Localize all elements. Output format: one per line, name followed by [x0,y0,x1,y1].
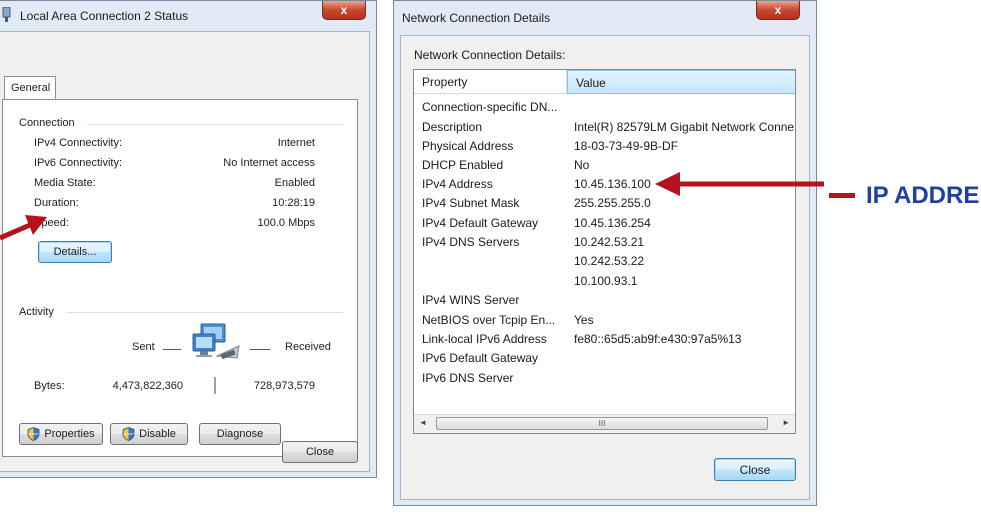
property-cell: Physical Address [422,139,514,153]
value-cell: 255.255.255.0 [574,196,651,210]
details-caption: Network Connection Details: [414,48,566,62]
property-cell: Link-local IPv6 Address [422,332,547,346]
property-cell: DHCP Enabled [422,158,504,172]
value-cell: Yes [574,313,594,327]
property-cell: IPv6 Default Gateway [422,351,539,365]
column-header-value[interactable]: Value [567,70,795,94]
scrollbar-thumb[interactable]: III [436,417,768,430]
activity-heading: Activity [19,306,54,318]
activity-divider [67,312,343,313]
list-item[interactable]: NetBIOS over Tcpip En... Yes [414,313,795,332]
property-cell: IPv4 Default Gateway [422,216,539,230]
properties-button-label: Properties [44,428,95,440]
ipv4-connectivity-label: IPv4 Connectivity: [34,137,123,149]
property-cell: IPv4 Subnet Mask [422,196,520,210]
disable-button-label: Disable [139,428,176,440]
value-cell: 10.242.53.22 [574,254,645,268]
sent-line [163,349,181,350]
details-close-button[interactable]: Close [714,458,796,481]
uac-shield-icon [28,427,40,441]
speed-value: 100.0 Mbps [257,217,315,229]
bytes-sent-value: 4,473,822,360 [112,380,183,392]
received-label: Received [285,341,331,353]
ip-address-annotation: IP ADDRE [866,182,980,209]
bytes-label: Bytes: [34,380,65,392]
value-cell: 10.100.93.1 [574,274,638,288]
property-cell: IPv4 Address [422,177,493,191]
ipv4-connectivity-value: Internet [277,137,315,149]
property-cell: IPv4 DNS Servers [422,235,520,249]
speed-label: Speed: [34,217,69,229]
details-window-title: Network Connection Details [402,11,551,25]
connection-divider [87,124,343,125]
network-adapter-icon [2,6,11,22]
sent-label: Sent [132,341,155,353]
status-close-button[interactable]: Close [282,441,358,463]
status-client-area: General Connection IPv4 Connectivity: In… [0,31,370,472]
list-item[interactable]: IPv6 Default Gateway [414,351,795,370]
status-titlebar[interactable]: Local Area Connection 2 Status x [0,1,376,31]
status-close-x-button[interactable]: x [322,1,366,20]
value-cell: Intel(R) 82579LM Gigabit Network Conne [574,120,795,134]
list-item[interactable]: IPv4 Subnet Mask 255.255.255.0 [414,196,795,215]
scroll-left-arrow-icon[interactable]: ◄ [419,418,427,427]
value-cell: No [574,158,590,172]
value-cell: 10.45.136.100 [574,177,651,191]
list-item[interactable]: 10.100.93.1 [414,274,795,293]
list-item[interactable]: IPv4 DNS Servers 10.242.53.21 [414,235,795,254]
annotation-dash [829,193,855,198]
media-state-label: Media State: [34,177,96,189]
duration-value: 10:28:19 [272,197,315,209]
column-header-property[interactable]: Property [414,70,567,94]
list-item[interactable]: IPv4 Default Gateway 10.45.136.254 [414,216,795,235]
value-cell: 10.242.53.21 [574,235,645,249]
diagnose-button-label: Diagnose [216,428,264,440]
connection-heading: Connection [19,117,75,129]
horizontal-scrollbar[interactable]: ◄ III ► [414,414,795,433]
status-dialog: Local Area Connection 2 Status x General… [0,0,377,478]
general-tab-panel: Connection IPv4 Connectivity: Internet I… [2,99,358,457]
ipv6-connectivity-value: No Internet access [223,157,315,169]
property-cell: NetBIOS over Tcpip En... [422,313,556,327]
list-item[interactable]: 10.242.53.22 [414,254,795,273]
properties-button[interactable]: Properties [19,423,103,445]
list-item[interactable]: Link-local IPv6 Address fe80::65d5:ab9f:e… [414,332,795,351]
details-list[interactable]: Property Value Connection-specific DN...… [413,69,796,434]
property-cell: IPv6 DNS Server [422,371,514,385]
uac-shield-icon [122,427,135,441]
property-cell: Connection-specific DN... [422,100,558,114]
status-close-button-label: Close [305,446,335,458]
list-item[interactable]: Physical Address 18-03-73-49-9B-DF [414,139,795,158]
details-button[interactable]: Details... [38,241,112,263]
list-item[interactable]: DHCP Enabled No [414,158,795,177]
value-cell: 18-03-73-49-9B-DF [574,139,679,153]
received-line [250,349,270,350]
bytes-received-value: 728,973,579 [253,380,315,392]
details-button-label: Details... [53,246,97,258]
diagnose-button[interactable]: Diagnose [199,423,281,445]
details-close-x-button[interactable]: x [756,1,800,20]
value-cell: fe80::65d5:ab9f:e430:97a5%13 [574,332,742,346]
list-item[interactable]: IPv4 WINS Server [414,293,795,312]
scroll-right-arrow-icon[interactable]: ► [782,418,790,427]
bytes-separator [214,377,216,394]
tab-general[interactable]: General [4,76,56,100]
value-cell: 10.45.136.254 [574,216,651,230]
list-item[interactable]: Connection-specific DN... [414,100,795,119]
duration-label: Duration: [34,197,79,209]
list-item[interactable]: IPv6 DNS Server [414,371,795,390]
media-state-value: Enabled [274,177,315,189]
details-titlebar[interactable]: Network Connection Details x [394,1,816,31]
ipv6-connectivity-label: IPv6 Connectivity: [34,157,123,169]
scrollbar-grip-icon: III [598,419,606,428]
property-cell: Description [422,120,483,134]
details-close-button-label: Close [739,462,771,477]
list-item[interactable]: IPv4 Address 10.45.136.100 [414,177,795,196]
disable-button[interactable]: Disable [110,423,188,445]
network-activity-icon [191,322,243,370]
list-item[interactable]: Description Intel(R) 82579LM Gigabit Netw… [414,120,795,139]
property-cell: IPv4 WINS Server [422,293,520,307]
status-window-title: Local Area Connection 2 Status [20,9,189,23]
